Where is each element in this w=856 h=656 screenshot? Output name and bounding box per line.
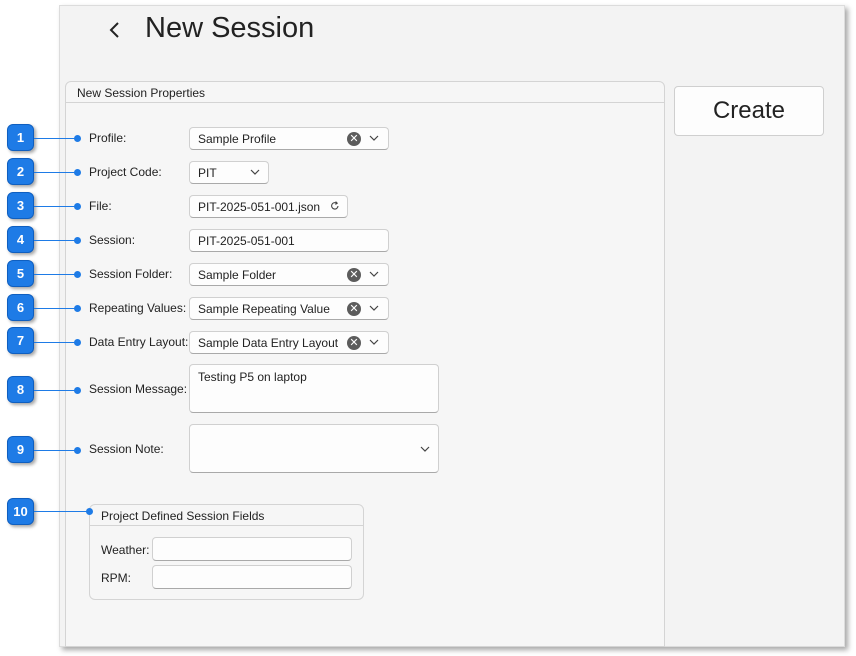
- callout-line: [34, 342, 77, 343]
- clear-circle-icon[interactable]: ✕: [347, 336, 361, 350]
- session-folder-dropdown[interactable]: Sample Folder ✕: [189, 263, 389, 286]
- session-input[interactable]: PIT-2025-051-001: [189, 229, 389, 252]
- rpm-input[interactable]: [152, 565, 352, 589]
- profile-value: Sample Profile: [198, 132, 277, 146]
- weather-label: Weather:: [101, 543, 150, 557]
- callout-badge: 3: [7, 192, 34, 219]
- create-button[interactable]: Create: [674, 86, 824, 136]
- callout-dot: [74, 339, 81, 346]
- refresh-icon[interactable]: [328, 198, 342, 214]
- clear-circle-icon[interactable]: ✕: [347, 302, 361, 316]
- profile-label: Profile:: [89, 131, 127, 145]
- session-note-label: Session Note:: [89, 442, 164, 456]
- callout-badge: 6: [7, 294, 34, 321]
- callout-line: [34, 240, 77, 241]
- file-value: PIT-2025-051-001.json: [198, 200, 321, 214]
- page: New Session New Session Properties Creat…: [0, 0, 856, 656]
- clear-circle-icon[interactable]: ✕: [347, 268, 361, 282]
- callout-dot: [86, 508, 93, 515]
- subgroup-divider: [90, 525, 363, 526]
- project-code-label: Project Code:: [89, 165, 162, 179]
- session-folder-label: Session Folder:: [89, 267, 173, 281]
- callout-line: [34, 308, 77, 309]
- chevron-left-icon: [109, 22, 119, 38]
- session-message-value: Testing P5 on laptop: [198, 370, 307, 384]
- data-entry-layout-dropdown[interactable]: Sample Data Entry Layout ✕: [189, 331, 389, 354]
- callout-badge: 8: [7, 376, 34, 403]
- callout-badge: 9: [7, 436, 34, 463]
- callout-dot: [74, 169, 81, 176]
- rpm-label: RPM:: [101, 571, 131, 585]
- callout-line: [34, 274, 77, 275]
- file-label: File:: [89, 199, 112, 213]
- chevron-down-icon[interactable]: [248, 164, 262, 180]
- session-note-dropdown[interactable]: [189, 424, 439, 473]
- repeating-values-value: Sample Repeating Value: [198, 302, 330, 316]
- callout-dot: [74, 203, 81, 210]
- session-folder-value: Sample Folder: [198, 268, 277, 282]
- group-title: New Session Properties: [77, 86, 206, 100]
- repeating-values-label: Repeating Values:: [89, 301, 187, 315]
- group-divider: [66, 102, 664, 103]
- weather-input[interactable]: [152, 537, 352, 561]
- callout-dot: [74, 237, 81, 244]
- project-code-value: PIT: [198, 166, 217, 180]
- profile-dropdown[interactable]: Sample Profile ✕: [189, 127, 389, 150]
- callout-dot: [74, 305, 81, 312]
- chevron-down-icon[interactable]: [418, 441, 432, 457]
- project-code-dropdown[interactable]: PIT: [189, 161, 269, 184]
- callout-badge: 4: [7, 226, 34, 253]
- callout-badge: 2: [7, 158, 34, 185]
- callout-dot: [74, 135, 81, 142]
- clear-circle-icon[interactable]: ✕: [347, 132, 361, 146]
- chevron-down-icon[interactable]: [367, 130, 381, 146]
- callout-badge: 7: [7, 327, 34, 354]
- back-button[interactable]: [102, 17, 128, 43]
- callout-line: [34, 138, 77, 139]
- callout-line: [34, 450, 77, 451]
- callout-badge: 5: [7, 260, 34, 287]
- data-entry-layout-value: Sample Data Entry Layout: [198, 336, 339, 350]
- callout-badge: 10: [7, 498, 34, 525]
- data-entry-layout-label: Data Entry Layout:: [89, 335, 189, 349]
- chevron-down-icon[interactable]: [367, 300, 381, 316]
- callout-badge: 1: [7, 124, 34, 151]
- file-field[interactable]: PIT-2025-051-001.json: [189, 195, 348, 218]
- session-message-textarea[interactable]: Testing P5 on laptop: [189, 364, 439, 413]
- session-value: PIT-2025-051-001: [198, 234, 295, 248]
- callout-line: [34, 511, 88, 512]
- callout-dot: [74, 447, 81, 454]
- callout-line: [34, 206, 77, 207]
- session-message-label: Session Message:: [89, 382, 188, 396]
- repeating-values-dropdown[interactable]: Sample Repeating Value ✕: [189, 297, 389, 320]
- session-label: Session:: [89, 233, 136, 247]
- chevron-down-icon[interactable]: [367, 334, 381, 350]
- callout-line: [34, 172, 77, 173]
- callout-dot: [74, 271, 81, 278]
- callout-dot: [74, 387, 81, 394]
- subgroup-title: Project Defined Session Fields: [101, 509, 265, 523]
- callout-line: [34, 390, 77, 391]
- page-title: New Session: [145, 12, 315, 44]
- chevron-down-icon[interactable]: [367, 266, 381, 282]
